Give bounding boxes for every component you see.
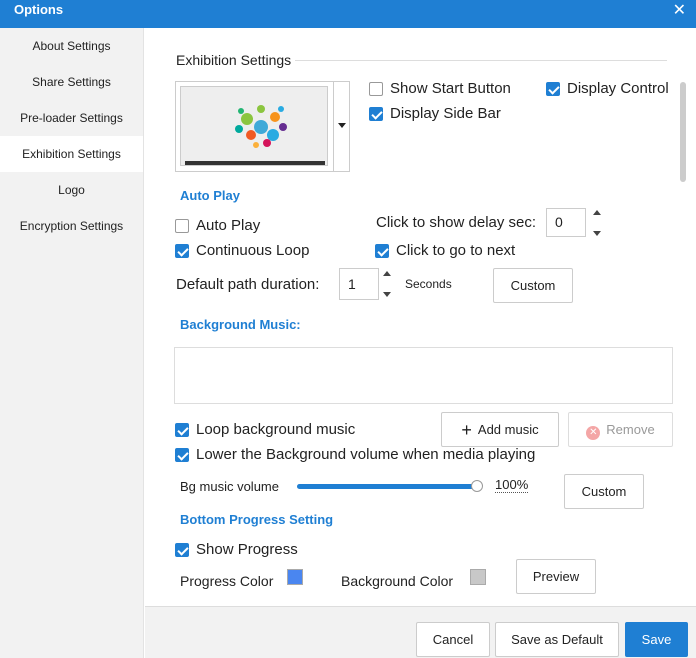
display-side-bar-label: Display Side Bar (390, 105, 501, 122)
show-start-button-label: Show Start Button (390, 80, 511, 97)
autoplay-custom-button[interactable]: Custom (493, 268, 573, 303)
close-icon[interactable]: ✕ (673, 0, 686, 20)
remove-icon: ✕ (586, 426, 601, 440)
progress-color-picker[interactable] (287, 569, 303, 585)
volume-slider-handle[interactable] (471, 480, 483, 492)
show-progress-label: Show Progress (196, 541, 298, 558)
display-control-checkbox[interactable] (546, 82, 560, 96)
auto-play-heading: Auto Play (180, 188, 240, 203)
title-bar: Options ✕ (0, 0, 696, 28)
divider (295, 60, 667, 61)
sidebar-item-preloader[interactable]: Pre-loader Settings (0, 100, 143, 136)
display-side-bar-checkbox[interactable] (369, 107, 383, 121)
click-to-next-checkbox[interactable] (375, 244, 389, 258)
sidebar-item-encryption[interactable]: Encryption Settings (0, 208, 143, 244)
add-music-button[interactable]: + Add music (441, 412, 559, 447)
lower-volume-checkbox[interactable] (175, 448, 189, 462)
save-button[interactable]: Save (625, 622, 688, 657)
section-title-exhibition: Exhibition Settings (176, 52, 292, 68)
continuous-loop-label: Continuous Loop (196, 242, 310, 259)
music-custom-button[interactable]: Custom (564, 474, 644, 509)
footer: Cancel Save as Default Save (145, 606, 696, 658)
sidebar-item-label: Pre-loader Settings (20, 111, 123, 125)
plus-icon: + (461, 420, 472, 440)
cancel-button[interactable]: Cancel (416, 622, 490, 657)
loop-music-label: Loop background music (196, 421, 356, 438)
click-delay-label: Click to show delay sec: (376, 214, 537, 231)
volume-label: Bg music volume (180, 479, 279, 494)
settings-panel: Exhibition Settings Show Start Button Di… (145, 28, 696, 606)
progress-color-label: Progress Color (180, 573, 274, 589)
volume-value: 100% (495, 477, 529, 493)
spin-down-icon[interactable] (593, 231, 601, 236)
save-as-default-button[interactable]: Save as Default (495, 622, 619, 657)
click-delay-input[interactable]: 0 (546, 208, 586, 237)
show-start-button-checkbox[interactable] (369, 82, 383, 96)
spin-up-icon[interactable] (593, 210, 601, 215)
sidebar: About Settings Share Settings Pre-loader… (0, 28, 144, 658)
scrollbar-thumb[interactable] (680, 82, 686, 182)
preview-button[interactable]: Preview (516, 559, 596, 594)
sidebar-item-share[interactable]: Share Settings (0, 64, 143, 100)
sidebar-item-label: About Settings (32, 39, 111, 53)
auto-play-label: Auto Play (196, 217, 261, 234)
sidebar-item-label: Share Settings (32, 75, 111, 89)
loop-music-checkbox[interactable] (175, 423, 189, 437)
theme-thumbnail (180, 86, 328, 166)
background-color-picker[interactable] (470, 569, 486, 585)
theme-graphic-icon (185, 105, 325, 165)
window-title: Options (14, 2, 64, 17)
theme-preview[interactable] (175, 81, 350, 172)
sidebar-item-label: Exhibition Settings (22, 147, 121, 161)
remove-music-button[interactable]: ✕ Remove (568, 412, 673, 447)
chevron-down-icon[interactable] (338, 123, 346, 128)
auto-play-checkbox[interactable] (175, 219, 189, 233)
continuous-loop-checkbox[interactable] (175, 244, 189, 258)
seconds-label: Seconds (405, 277, 452, 291)
sidebar-item-about[interactable]: About Settings (0, 28, 143, 64)
path-duration-label: Default path duration: (176, 276, 320, 293)
background-color-label: Background Color (341, 573, 454, 589)
volume-slider-track[interactable] (297, 480, 483, 492)
show-progress-checkbox[interactable] (175, 543, 189, 557)
spin-down-icon[interactable] (383, 292, 391, 297)
background-music-heading: Background Music: (180, 317, 301, 332)
sidebar-item-label: Logo (58, 183, 85, 197)
click-to-next-label: Click to go to next (396, 242, 516, 259)
volume-slider-fill (297, 484, 477, 489)
lower-volume-label: Lower the Background volume when media p… (196, 446, 536, 463)
sidebar-item-label: Encryption Settings (19, 219, 124, 233)
progress-heading: Bottom Progress Setting (180, 512, 334, 527)
sidebar-item-exhibition[interactable]: Exhibition Settings (0, 136, 143, 172)
spin-up-icon[interactable] (383, 271, 391, 276)
sidebar-item-logo[interactable]: Logo (0, 172, 143, 208)
display-control-label: Display Control (567, 80, 669, 97)
music-list[interactable] (174, 347, 673, 404)
path-duration-input[interactable]: 1 (339, 268, 379, 300)
